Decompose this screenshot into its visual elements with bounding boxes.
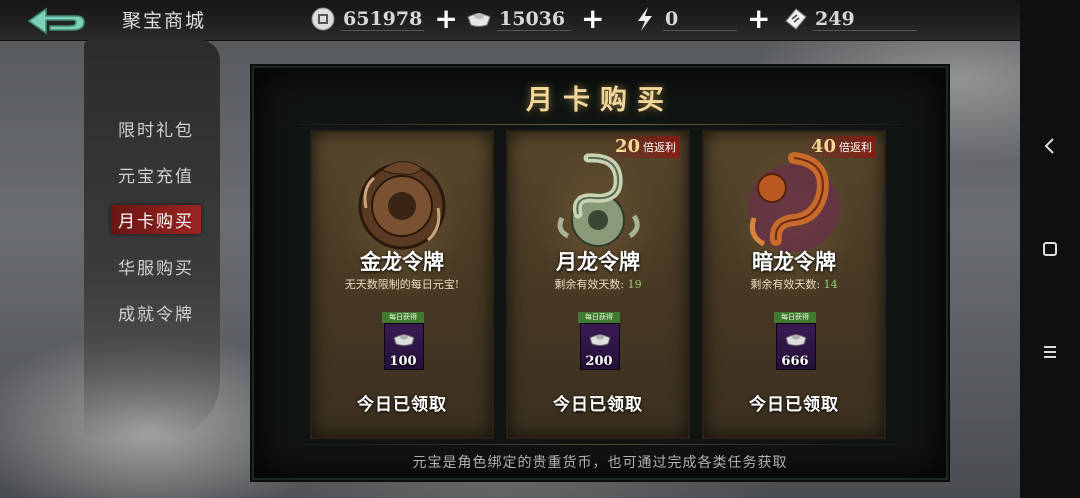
daily-reward-label: 每日获得 [774,312,816,323]
remaining-days-value: 19 [627,278,642,291]
add-coins-button[interactable]: + [434,5,457,33]
daily-reward: 每日获得 100 [382,312,424,372]
tickets-value: 249 [813,8,917,31]
daily-reward-value: 666 [781,354,809,369]
daily-reward: 每日获得 200 [578,312,620,372]
system-nav-bar [1020,0,1080,498]
footer-note: 元宝是角色绑定的贵重货币，也可通过完成各类任务获取 [412,455,788,471]
system-home-button[interactable] [1038,237,1062,261]
system-menu-button[interactable] [1038,340,1062,364]
energy-value: 0 [663,8,737,31]
shop-title: 聚宝商城 [122,10,207,32]
add-energy-button[interactable]: + [747,5,770,33]
menu-icon [1044,346,1056,358]
system-back-button[interactable] [1038,134,1062,158]
title-divider [274,124,926,125]
add-ingots-button[interactable]: + [581,5,604,33]
back-arrow-icon [27,7,85,35]
lightning-icon [632,6,658,32]
moon-dragon-emblem-icon [557,153,640,247]
card-dark-dragon[interactable]: 40 倍返利 暗龙令牌 剩余有效天数: 14 每日获得 666 今日已领取 [702,130,886,439]
card-moon-dragon[interactable]: 20 倍返利 月龙令牌 剩余有效天数: 19 每日获得 200 今日已领取 [506,130,690,439]
daily-reward-label: 每日获得 [382,312,424,323]
card-subtitle: 无天数限制的每日元宝! [344,278,460,291]
remaining-days-label: 剩余有效天数: [554,278,625,291]
top-bar: 聚宝商城 651978 + 15036 + 0 + 249 [0,0,1020,41]
claim-status: 今日已领取 [749,395,839,415]
card-gold-dragon[interactable]: 金龙令牌 无天数限制的每日元宝! 每日获得 100 今日已领取 [310,130,494,439]
gold-dragon-emblem-icon [358,161,446,250]
coins-value: 651978 [341,7,425,31]
sidebar-item-monthly-card[interactable]: 月卡购买 [111,205,201,234]
daily-reward-value: 200 [585,354,613,369]
chevron-left-icon [1044,138,1054,154]
card-name: 月龙令牌 [556,249,640,274]
card-subtitle: 剩余有效天数: 19 [508,276,688,292]
claim-status: 今日已领取 [357,395,447,415]
ingot-icon [785,334,807,346]
card-name: 金龙令牌 [360,249,444,274]
ingot-icon [589,334,611,346]
sidebar-item-costume[interactable]: 华服购买 [118,254,194,279]
card-subtitle: 剩余有效天数: 14 [704,276,884,292]
resource-tickets: 249 [782,4,917,34]
daily-reward-label: 每日获得 [578,312,620,323]
ingots-value: 15036 [497,8,571,31]
ingot-icon [393,334,415,346]
claim-status: 今日已领取 [553,395,643,415]
resource-energy: 0 + [632,4,770,34]
sidebar-item-limited-gift[interactable]: 限时礼包 [118,116,194,141]
ticket-icon [782,6,808,32]
coin-icon [310,6,336,32]
remaining-days-label: 剩余有效天数: [750,278,821,291]
sidebar-item-ingot-recharge[interactable]: 元宝充值 [118,162,194,187]
panel-title: 月卡购买 [526,85,674,116]
daily-reward-value: 100 [389,354,417,369]
dark-dragon-emblem-icon [748,152,840,252]
remaining-days-value: 14 [823,278,838,291]
resource-ingots: 15036 + [466,4,604,34]
sidebar-item-achievement-token[interactable]: 成就令牌 [118,300,194,325]
card-name: 暗龙令牌 [752,249,836,274]
back-arrow-button[interactable] [26,6,88,36]
resource-coins: 651978 + [310,4,458,34]
ingot-icon [466,6,492,32]
sidebar-backdrop [84,40,220,440]
footer-divider [274,444,926,445]
monthly-card-panel: 月卡购买 金龙令牌 无天数限制的每日元宝! 每日获得 100 今日已领取 20 … [252,66,948,480]
square-icon [1043,242,1057,256]
daily-reward: 每日获得 666 [774,312,816,372]
